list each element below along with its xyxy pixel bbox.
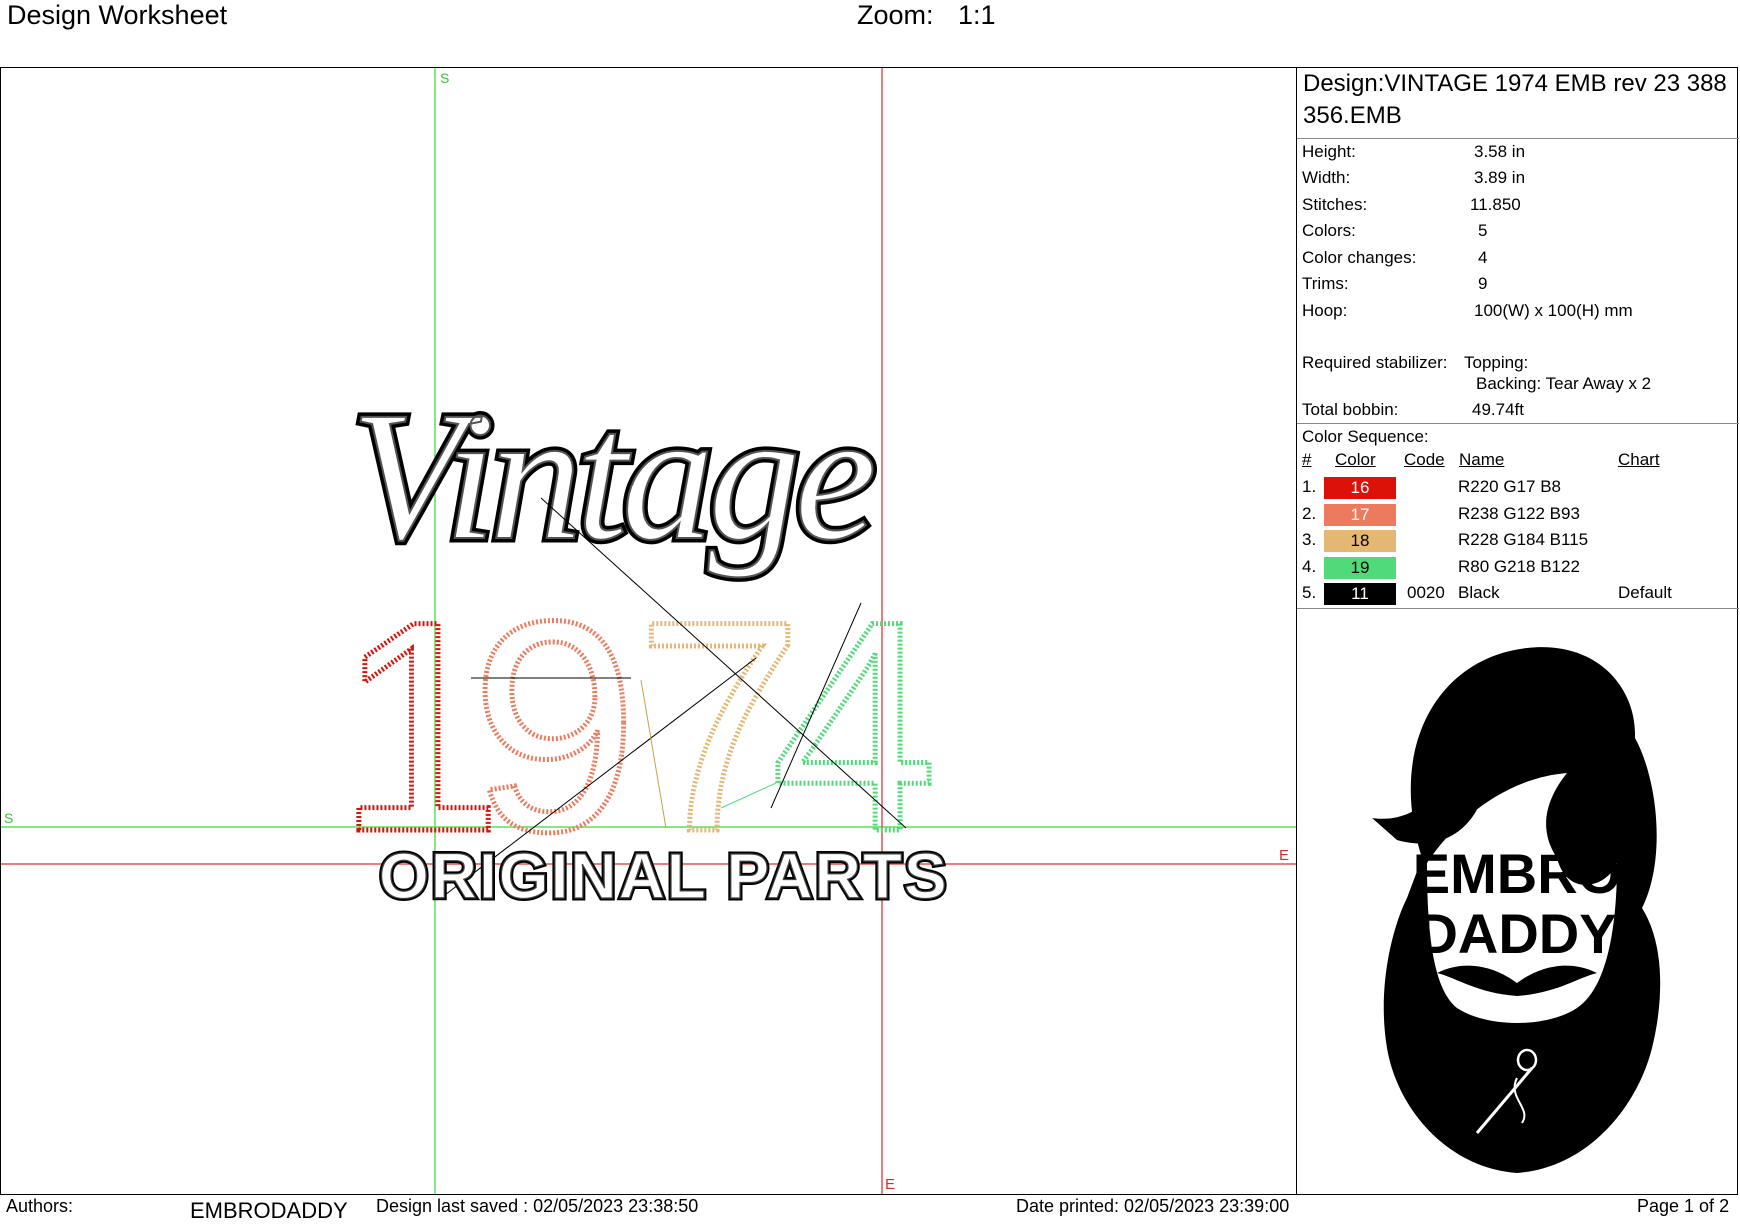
stat-value: 11.850 [1470,195,1521,214]
row-name: R238 G122 B93 [1458,504,1580,523]
color-row[interactable]: 4. 19 R80 G218 B122 [1297,555,1739,581]
color-swatch: 18 [1324,530,1396,552]
row-num: 2. [1302,504,1317,523]
embrodaddy-logo: EMBRO DADDY [1372,647,1661,1173]
zoom-label: Zoom: [857,0,934,30]
worksheet-title: Design Worksheet [7,0,228,30]
stat-label: Colors: [1302,221,1356,240]
stat-value: 3.89 in [1474,168,1526,187]
divider [1297,608,1739,609]
row-name: R80 G218 B122 [1458,557,1580,576]
row-name: R228 G184 B115 [1458,530,1589,549]
color-swatch: 11 [1324,583,1396,605]
stat-label: Stitches: [1302,195,1368,214]
row-name: Black [1458,583,1500,602]
header-chart: Chart [1618,450,1660,469]
row-num: 4. [1302,557,1317,576]
page-indicator: Page 1 of 2 [1637,1196,1730,1216]
guide-label-e-right: E [1279,847,1289,864]
stat-label: Width: [1302,168,1351,187]
color-row[interactable]: 1. 16 R220 G17 B8 [1297,475,1739,501]
vintage-script-inner: Vintage [351,374,873,579]
original-parts-inner: ORIGINAL PARTS [379,840,949,912]
stat-value: 9 [1478,274,1488,293]
stat-value: 4 [1478,248,1488,267]
header-num: # [1302,450,1312,469]
design-canvas: S S E E Vintage Vintage 1 9 7 4 ORIGINAL… [1,68,1296,1194]
last-saved: Design last saved : 02/05/2023 23:38:50 [376,1196,699,1216]
row-chart: Default [1618,583,1672,602]
guide-label-s-left: S [4,810,13,826]
bobbin-value: 49.74ft [1472,400,1524,419]
color-sequence-title: Color Sequence: [1302,427,1429,446]
stat-label: Color changes: [1302,248,1417,267]
row-code: 0020 [1407,583,1445,602]
stat-value: 3.58 in [1474,142,1526,161]
logo-line-embro: EMBRO [1413,842,1621,905]
row-num: 1. [1302,477,1317,496]
color-row[interactable]: 2. 17 R238 G122 B93 [1297,502,1739,528]
color-row[interactable]: 5. 11 0020 Black Default [1297,581,1739,607]
row-num: 3. [1302,530,1317,549]
date-printed: Date printed: 02/05/2023 23:39:00 [1016,1196,1290,1216]
color-swatch: 19 [1324,557,1396,579]
header-color: Color [1335,450,1376,469]
design-info-panel: Design:VINTAGE 1974 EMB rev 23 388 356.E… [1296,68,1739,1194]
header-code: Code [1404,450,1445,469]
row-num: 5. [1302,583,1317,602]
authors-value: EMBRODADDY [190,1198,348,1223]
color-row[interactable]: 3. 18 R228 G184 B115 [1297,528,1739,554]
row-name: R220 G17 B8 [1458,477,1562,496]
color-swatch: 16 [1324,477,1396,499]
stat-value: 100(W) x 100(H) mm [1474,301,1633,320]
stabilizer-backing: Backing: Tear Away x 2 [1476,374,1652,393]
stabilizer-label: Required stabilizer: [1302,353,1448,372]
bobbin-label: Total bobbin: [1302,400,1399,419]
zoom-value[interactable]: 1:1 [958,0,996,31]
header-name: Name [1459,450,1505,469]
design-name: Design:VINTAGE 1974 EMB rev 23 388 356.E… [1303,70,1727,129]
stat-label: Trims: [1302,274,1349,293]
logo-line-daddy: DADDY [1417,902,1616,965]
authors-label: Authors: [6,1196,74,1216]
stat-label: Height: [1302,142,1356,161]
stat-label: Hoop: [1302,301,1348,320]
color-swatch: 17 [1324,504,1396,526]
color-sequence-header: # Color Code Name Chart [1297,450,1739,474]
stat-value: 5 [1478,221,1488,240]
guide-label-e-bottom: E [885,1176,895,1193]
guide-label-s-top: S [440,70,449,86]
